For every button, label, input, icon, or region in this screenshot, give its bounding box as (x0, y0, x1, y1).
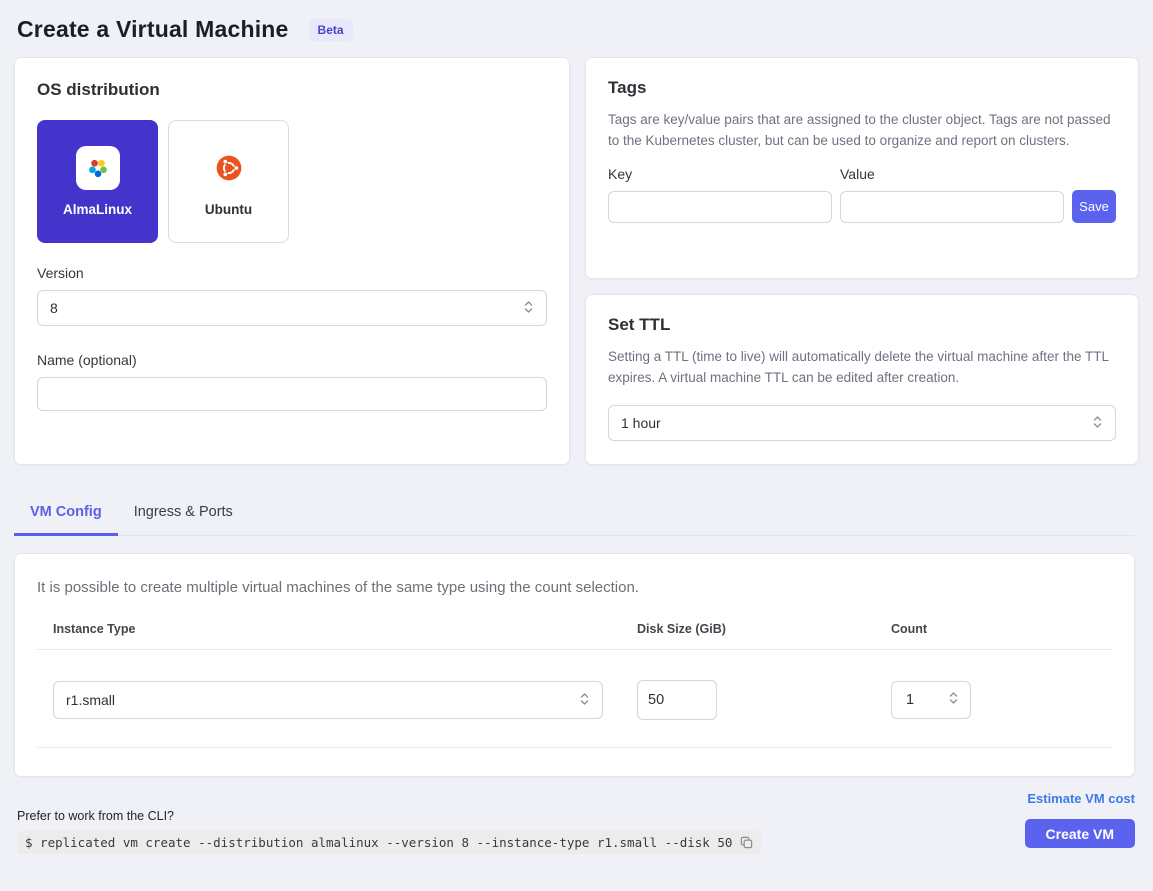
instances-table: Instance Type Disk Size (GiB) Count r1.s… (37, 622, 1112, 748)
os-distribution-heading: OS distribution (37, 80, 547, 100)
create-vm-button[interactable]: Create VM (1025, 819, 1135, 848)
tag-key-group: Key (608, 166, 832, 223)
column-header-disk-size: Disk Size (GiB) (621, 622, 875, 649)
chevron-updown-icon (1092, 414, 1103, 433)
tag-value-group: Value (840, 166, 1064, 223)
tag-value-input[interactable] (840, 191, 1064, 223)
copy-icon[interactable] (740, 836, 753, 849)
os-tile-label: AlmaLinux (63, 202, 132, 217)
table-row: r1.small 1 (37, 650, 1112, 748)
page-title: Create a Virtual Machine (17, 16, 289, 43)
ttl-select[interactable]: 1 hour (608, 405, 1116, 441)
instance-type-value: r1.small (66, 692, 115, 708)
count-cell: 1 (875, 681, 1112, 719)
create-vm-page: Create a Virtual Machine Beta OS distrib… (0, 0, 1153, 854)
page-footer: Prefer to work from the CLI? $ replicate… (14, 791, 1135, 854)
chevron-updown-icon (579, 691, 590, 710)
almalinux-logo-icon (76, 146, 120, 190)
top-row: OS distribution AlmaLinux (14, 57, 1135, 465)
version-label: Version (37, 265, 547, 281)
name-label: Name (optional) (37, 352, 547, 368)
cli-command-block: $ replicated vm create --distribution al… (17, 831, 761, 854)
set-ttl-card: Set TTL Setting a TTL (time to live) wil… (585, 294, 1139, 465)
instance-type-cell: r1.small (37, 681, 621, 719)
instances-table-header: Instance Type Disk Size (GiB) Count (37, 622, 1112, 650)
tag-key-value-row: Key Value Save (608, 166, 1116, 223)
name-input[interactable] (37, 377, 547, 411)
cli-section: Prefer to work from the CLI? $ replicate… (14, 809, 761, 854)
tab-bar: VM Config Ingress & Ports (14, 492, 1135, 536)
set-ttl-heading: Set TTL (608, 315, 1116, 335)
version-select-value: 8 (50, 300, 58, 316)
tag-key-label: Key (608, 166, 832, 182)
disk-size-input[interactable] (637, 680, 717, 720)
estimate-vm-cost-link[interactable]: Estimate VM cost (1027, 791, 1135, 806)
tag-value-label: Value (840, 166, 1064, 182)
tab-ingress-ports[interactable]: Ingress & Ports (118, 492, 249, 536)
column-header-instance-type: Instance Type (37, 622, 621, 649)
column-header-count: Count (875, 622, 1112, 649)
count-stepper[interactable]: 1 (891, 681, 971, 719)
chevron-updown-icon (523, 299, 534, 318)
ttl-select-value: 1 hour (621, 415, 661, 431)
disk-size-cell (621, 680, 875, 720)
vm-config-description: It is possible to create multiple virtua… (37, 579, 1112, 596)
instance-type-select[interactable]: r1.small (53, 681, 603, 719)
tag-key-input[interactable] (608, 191, 832, 223)
ubuntu-logo-icon (207, 146, 251, 190)
os-tiles: AlmaLinux (37, 120, 547, 243)
os-tile-ubuntu[interactable]: Ubuntu (168, 120, 289, 243)
chevron-updown-icon (948, 690, 959, 710)
tags-card: Tags Tags are key/value pairs that are a… (585, 57, 1139, 279)
name-field-group: Name (optional) (37, 352, 547, 411)
save-tag-button[interactable]: Save (1072, 190, 1116, 223)
vm-config-card: It is possible to create multiple virtua… (14, 553, 1135, 777)
tags-description: Tags are key/value pairs that are assign… (608, 110, 1116, 151)
version-select[interactable]: 8 (37, 290, 547, 326)
cli-command-text: $ replicated vm create --distribution al… (25, 835, 732, 850)
os-distribution-card: OS distribution AlmaLinux (14, 57, 570, 465)
count-value: 1 (906, 692, 914, 708)
beta-badge: Beta (309, 19, 353, 41)
footer-actions: Estimate VM cost Create VM (1025, 791, 1135, 848)
tab-vm-config[interactable]: VM Config (14, 492, 118, 536)
os-tile-label: Ubuntu (205, 202, 252, 217)
page-header: Create a Virtual Machine Beta (14, 0, 1135, 57)
cli-label: Prefer to work from the CLI? (17, 809, 761, 823)
set-ttl-description: Setting a TTL (time to live) will automa… (608, 347, 1116, 388)
tags-heading: Tags (608, 78, 1116, 98)
right-column: Tags Tags are key/value pairs that are a… (585, 57, 1139, 465)
os-tile-almalinux[interactable]: AlmaLinux (37, 120, 158, 243)
